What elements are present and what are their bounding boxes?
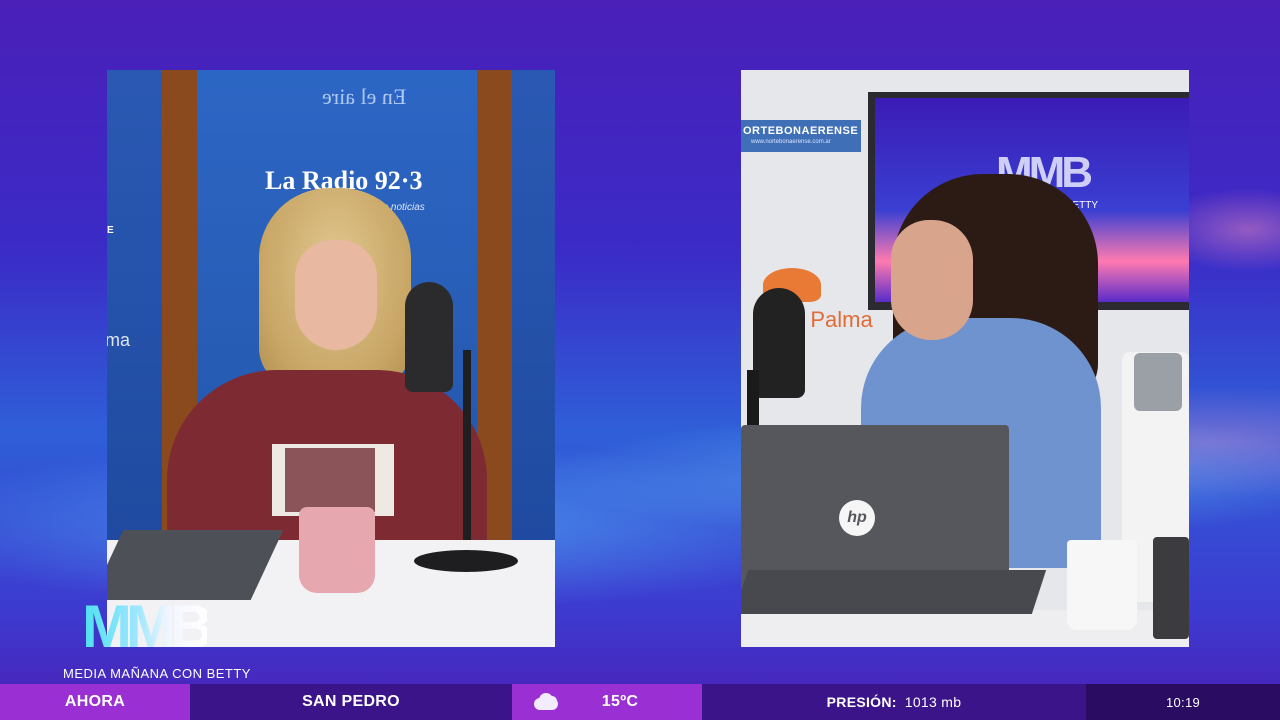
ticker-temperature: 15ºC [601,693,639,710]
microphone-icon [753,288,805,398]
mic-base [414,550,518,572]
info-ticker: AHORA SAN PEDRO 15ºC PRESIÓN: 1013 mb 10… [0,684,1280,720]
cloud-icon [530,692,562,712]
mic-stand [747,370,759,430]
thermos-cap [1134,353,1182,411]
banner-text: ORTEBONAERENSE [743,125,859,137]
video-feed-left: En el aire La Radio 92·3 ica y las notic… [107,70,555,647]
video-feed-right: ORTEBONAERENSE www.nortebonaerense.com.a… [741,70,1189,647]
banner-subtext: www.nortebonaerense.com.ar [751,139,831,145]
jar [1153,537,1189,639]
program-name: MEDIA MAÑANA CON BETTY [63,666,251,681]
shirt-print-inner [285,448,375,512]
ticker-weather: 15ºC [512,684,702,720]
host-right-face [891,220,973,340]
side-mark: E [107,225,114,236]
mug [299,507,375,593]
mate-cup [1067,540,1137,630]
on-air-sign: En el aire [322,84,407,109]
ticker-city: SAN PEDRO [190,684,512,720]
host-left-face [295,240,377,350]
ticker-now-label: AHORA [0,684,190,720]
hp-logo-icon: hp [839,500,875,536]
pressure-label: PRESIÓN: [826,694,897,710]
pressure-value: 1013 mb [904,694,962,710]
side-label: ma [107,330,131,350]
program-logo-wordmark: MMB [82,593,213,660]
laptop-base [741,570,1047,614]
ticker-pressure: PRESIÓN: 1013 mb [702,684,1086,720]
mic-stand [463,350,471,560]
microphone-icon [405,282,453,392]
ticker-time: 10:19 [1086,684,1280,720]
program-logo: MMB [82,594,244,660]
